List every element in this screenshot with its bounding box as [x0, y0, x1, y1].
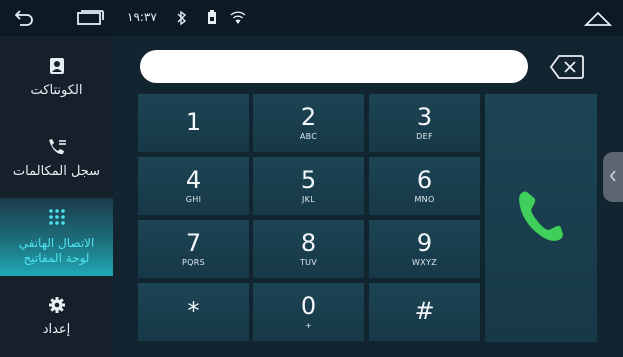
back-icon[interactable]	[14, 8, 34, 30]
sidebar-item-label: إعداد	[42, 322, 71, 337]
key-digit: 5	[300, 166, 317, 194]
contacts-icon	[48, 57, 66, 79]
sidebar-item-dialpad[interactable]: الاتصال الهاتفي لوحة المفاتيح	[0, 198, 113, 276]
key-2[interactable]: 2 ABC	[252, 93, 365, 153]
key-6[interactable]: 6 MNO	[368, 156, 481, 216]
bluetooth-icon	[176, 10, 188, 30]
key-digit: 4	[185, 166, 202, 194]
key-digit: 2	[300, 103, 317, 131]
status-bar: ١٩:٣٧	[0, 0, 623, 36]
key-digit: 6	[416, 166, 433, 194]
key-digit: 3	[416, 103, 433, 131]
dialer-panel: 1 2 ABC 3 DEF 4 GHI 5 JKL 6 MNO 7 PQRS 8…	[113, 36, 623, 357]
key-star[interactable]: *	[137, 282, 250, 342]
key-letters: GHI	[185, 195, 202, 204]
key-digit: 8	[300, 229, 317, 257]
key-4[interactable]: 4 GHI	[137, 156, 250, 216]
sidebar-item-label: الكونتاكت	[30, 82, 83, 98]
key-letters: WXYZ	[412, 258, 437, 267]
key-0[interactable]: 0 +	[252, 282, 365, 342]
key-digit: 1	[185, 107, 202, 136]
sidebar-item-label: سجل المكالمات	[12, 163, 101, 179]
key-letters: ABC	[299, 132, 318, 141]
number-input[interactable]	[140, 50, 528, 83]
key-letters: +	[304, 321, 312, 330]
key-digit: #	[414, 296, 435, 325]
side-drawer-handle[interactable]	[603, 152, 623, 202]
key-7[interactable]: 7 PQRS	[137, 219, 250, 279]
key-digit: 0	[300, 292, 317, 320]
call-log-icon	[46, 138, 68, 160]
wifi-icon	[230, 10, 246, 29]
sidebar-item-call-log[interactable]: سجل المكالمات	[0, 118, 113, 198]
sidebar-item-contacts[interactable]: الكونتاكت	[0, 36, 113, 118]
sidebar-item-label: الاتصال الهاتفي لوحة المفاتيح	[18, 236, 95, 265]
key-digit: 9	[416, 229, 433, 257]
chevron-left-icon	[608, 168, 618, 187]
status-time: ١٩:٣٧	[127, 10, 157, 24]
home-icon[interactable]	[583, 8, 613, 32]
key-letters: PQRS	[182, 258, 205, 267]
call-button[interactable]	[484, 93, 598, 343]
key-letters: MNO	[414, 195, 435, 204]
key-9[interactable]: 9 WXYZ	[368, 219, 481, 279]
key-letters: TUV	[299, 258, 318, 267]
phone-call-icon	[515, 188, 567, 248]
dialpad-icon	[47, 208, 67, 232]
key-letters: DEF	[416, 132, 433, 141]
settings-icon	[48, 296, 66, 318]
recent-apps-icon[interactable]	[74, 10, 104, 30]
backspace-icon[interactable]	[549, 54, 585, 84]
key-8[interactable]: 8 TUV	[252, 219, 365, 279]
sidebar: الكونتاكت سجل المكالمات الاتصال الهاتفي …	[0, 36, 113, 357]
sidebar-item-settings[interactable]: إعداد	[0, 276, 113, 357]
key-digit: *	[187, 296, 200, 325]
key-letters: JKL	[302, 195, 315, 204]
key-hash[interactable]: #	[368, 282, 481, 342]
key-digit: 7	[185, 229, 202, 257]
key-3[interactable]: 3 DEF	[368, 93, 481, 153]
sim-icon	[207, 9, 217, 29]
key-5[interactable]: 5 JKL	[252, 156, 365, 216]
key-1[interactable]: 1	[137, 93, 250, 153]
